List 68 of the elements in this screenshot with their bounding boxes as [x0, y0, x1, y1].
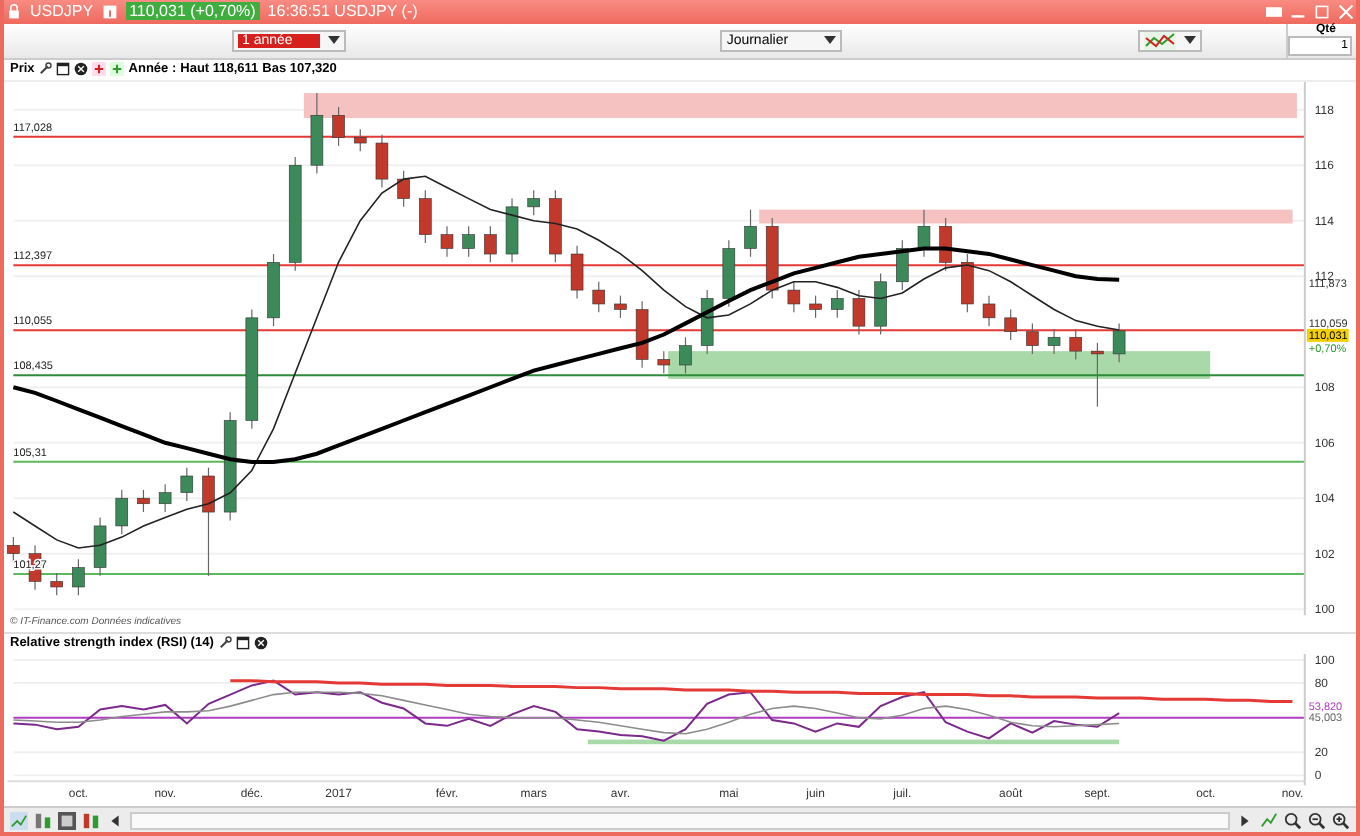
zoom-fit-icon[interactable] [1284, 811, 1302, 830]
plus-icon[interactable] [110, 62, 125, 77]
candlestick [961, 253, 974, 313]
maximize-icon[interactable] [1314, 3, 1330, 20]
candlestick [7, 536, 20, 563]
candlestick [137, 489, 150, 513]
close-circle-icon[interactable] [253, 636, 268, 651]
quote-badge: 110,031 (+0,70%) [125, 2, 260, 21]
candlestick [1091, 341, 1104, 407]
candlestick [744, 208, 757, 258]
caret-icon [328, 36, 341, 45]
candlestick [180, 466, 194, 502]
candles-icon[interactable] [82, 811, 100, 830]
candlestick [679, 336, 692, 374]
candlestick [353, 128, 367, 152]
scroll-right-icon[interactable] [1236, 811, 1254, 830]
caret-icon [824, 36, 837, 45]
plus-icon[interactable] [92, 62, 107, 77]
candlestick [874, 272, 887, 335]
candlestick [657, 350, 671, 374]
chart-type-icon [1144, 31, 1177, 50]
candlestick [614, 294, 627, 319]
candlestick [484, 225, 497, 263]
chart-add-icon[interactable] [10, 811, 28, 830]
candlestick [332, 106, 345, 147]
scrollbar[interactable] [130, 811, 1230, 830]
candlestick [982, 294, 996, 327]
candlestick [72, 558, 85, 596]
candlestick [419, 189, 432, 244]
info-icon[interactable] [101, 3, 118, 20]
zoom-out-icon[interactable] [1308, 811, 1326, 830]
close-circle-icon[interactable] [74, 62, 89, 77]
candlestick [1112, 322, 1126, 363]
candlestick [115, 489, 129, 535]
zoom-in-icon[interactable] [1332, 811, 1350, 830]
candlestick [375, 133, 389, 188]
candlestick [1004, 308, 1017, 341]
candlestick [202, 466, 215, 577]
wrench-icon[interactable] [38, 62, 53, 77]
candlestick [527, 189, 540, 216]
candlestick [592, 280, 606, 313]
candlestick [50, 572, 63, 596]
window-title: USDJPY [30, 2, 94, 21]
candlestick [809, 294, 822, 319]
candlestick [1047, 328, 1061, 355]
candlestick [440, 225, 454, 258]
candlestick [1069, 328, 1083, 360]
candlestick [397, 169, 410, 208]
scroll-left-icon[interactable] [106, 811, 124, 830]
candlestick [1026, 322, 1039, 355]
candlestick [852, 289, 866, 335]
wrench-icon[interactable] [217, 636, 232, 651]
window-icon[interactable] [235, 636, 250, 651]
window-icon[interactable] [56, 62, 71, 77]
indicator-icon[interactable] [34, 811, 52, 830]
chart-type-dropdown[interactable] [1138, 29, 1203, 52]
candlestick [505, 197, 519, 263]
time-title: 16:36:51 USDJPY (-) [267, 2, 418, 21]
close-icon[interactable] [1338, 3, 1354, 20]
candlestick [158, 483, 172, 513]
candlestick [570, 244, 584, 299]
candlestick [830, 289, 844, 319]
caret-icon [1184, 36, 1197, 45]
candlestick [787, 280, 801, 313]
candlestick [917, 208, 931, 258]
lock-icon[interactable] [6, 3, 22, 20]
candlestick [462, 225, 475, 258]
candlestick [93, 516, 107, 577]
